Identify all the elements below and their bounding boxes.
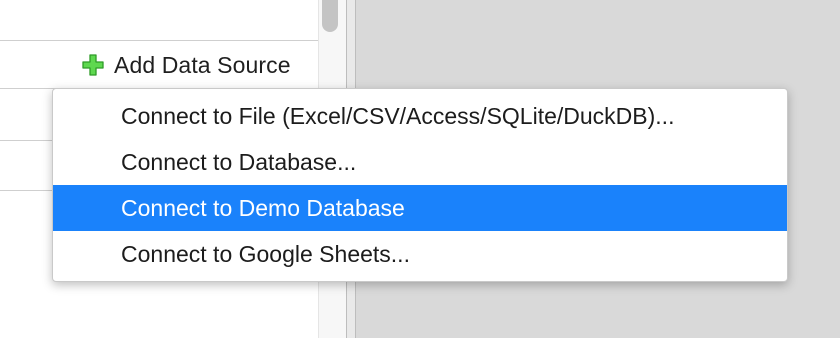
menu-item-label: Connect to Google Sheets... — [121, 240, 410, 267]
add-data-source-menu: Connect to File (Excel/CSV/Access/SQLite… — [52, 88, 788, 282]
menu-item-label: Connect to Database... — [121, 148, 357, 175]
menu-item-label: Connect to File (Excel/CSV/Access/SQLite… — [121, 102, 675, 129]
plus-icon — [82, 54, 104, 76]
panel-divider — [0, 40, 318, 41]
menu-item-connect-file[interactable]: Connect to File (Excel/CSV/Access/SQLite… — [53, 93, 787, 139]
panel-scrollbar-thumb[interactable] — [322, 0, 338, 32]
add-data-source-label: Add Data Source — [114, 51, 291, 78]
add-data-source-button[interactable]: Add Data Source — [82, 50, 291, 80]
menu-item-label: Connect to Demo Database — [121, 194, 405, 221]
menu-item-connect-demo-database[interactable]: Connect to Demo Database — [53, 185, 787, 231]
menu-item-connect-database[interactable]: Connect to Database... — [53, 139, 787, 185]
menu-item-connect-google-sheets[interactable]: Connect to Google Sheets... — [53, 231, 787, 277]
